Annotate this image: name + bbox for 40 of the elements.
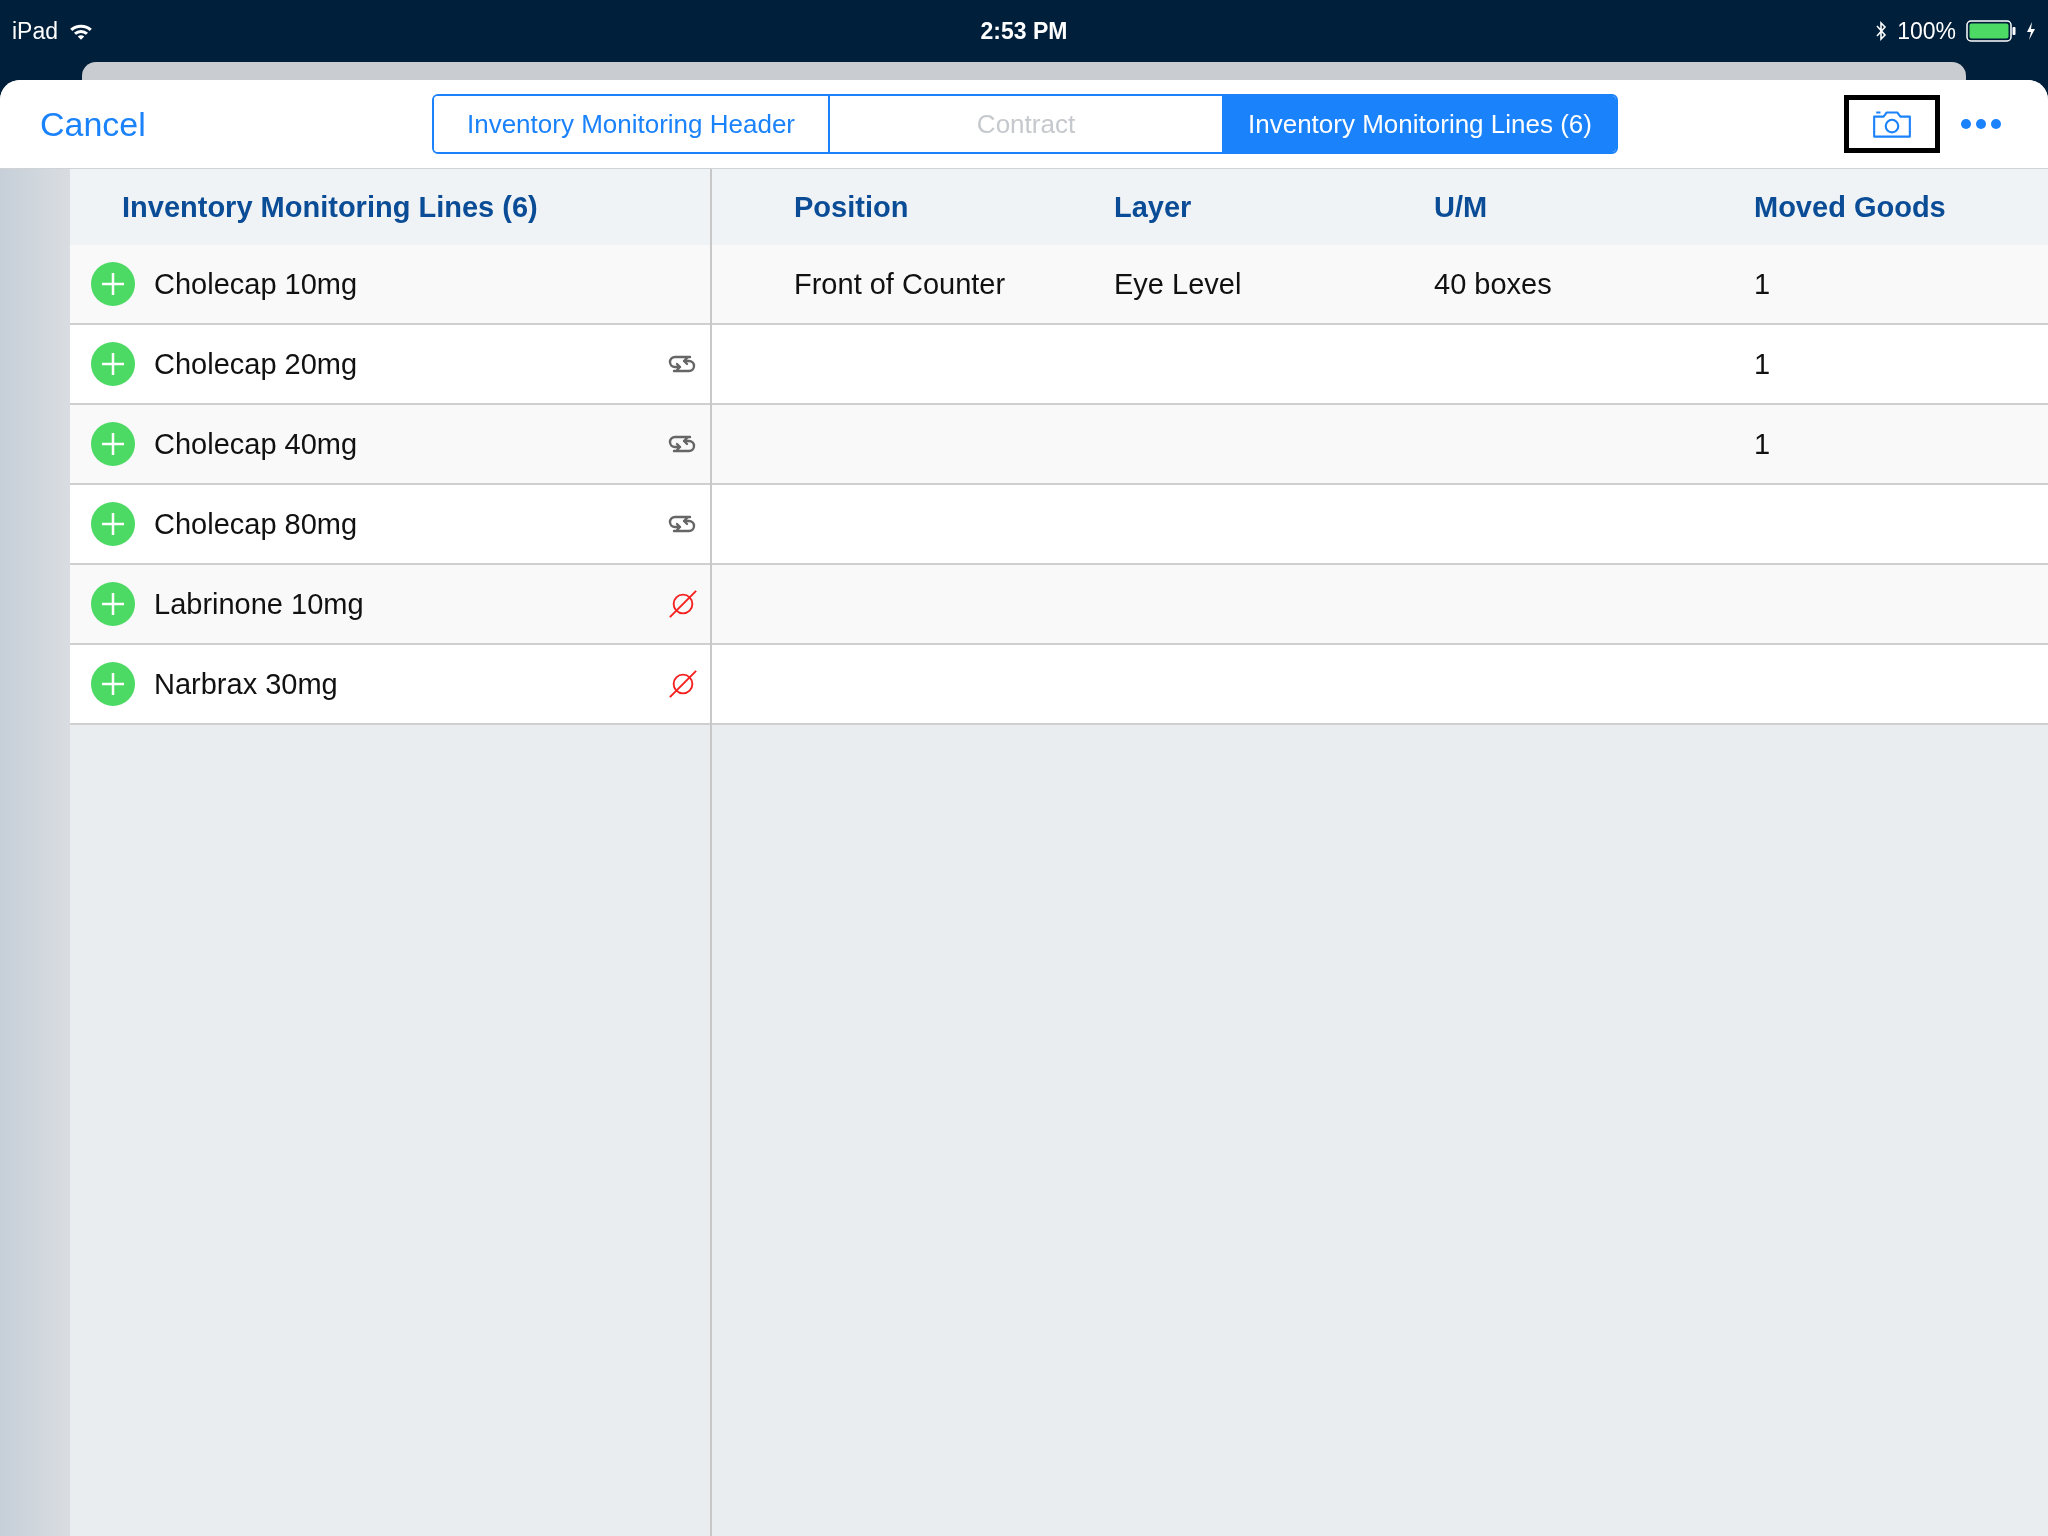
table-cell: Eye Level	[1114, 267, 1242, 300]
list-item[interactable]: Cholecap 80mg	[70, 485, 710, 565]
add-icon[interactable]	[90, 341, 136, 387]
table-cell: 1	[1754, 267, 1771, 300]
column-header: U/M	[1434, 190, 1489, 224]
tab[interactable]: Inventory Monitoring Lines (6)	[1222, 96, 1616, 152]
list-item[interactable]: Labrinone 10mg	[70, 565, 710, 645]
add-icon[interactable]	[90, 421, 136, 467]
table-cell: 40 boxes	[1434, 267, 1552, 300]
list-item[interactable]: Narbrax 30mg	[70, 645, 710, 725]
table-cell: 1	[1754, 427, 1771, 460]
table-cell: Front of Counter	[794, 267, 1006, 300]
add-icon[interactable]	[90, 261, 136, 307]
add-icon[interactable]	[90, 661, 136, 707]
column-header: Moved Goods	[1754, 190, 1947, 224]
item-name: Narbrax 30mg	[154, 667, 338, 701]
camera-icon	[1871, 108, 1913, 140]
device-name: iPad	[12, 17, 59, 45]
item-name: Cholecap 80mg	[154, 507, 358, 541]
table-cell: 1	[1754, 347, 1771, 380]
list-title: Inventory Monitoring Lines (6)	[122, 190, 538, 224]
clock-time: 2:53 PM	[980, 17, 1068, 45]
item-name: Labrinone 10mg	[154, 587, 364, 621]
more-icon[interactable]	[1960, 118, 2002, 130]
add-icon[interactable]	[90, 581, 136, 627]
list-item[interactable]: Cholecap 20mg	[70, 325, 710, 405]
battery-percent: 100%	[1897, 17, 1956, 45]
item-name: Cholecap 40mg	[154, 427, 358, 461]
battery-icon	[1966, 20, 2016, 42]
camera-button[interactable]	[1844, 95, 1940, 153]
list-item[interactable]: Cholecap 40mg	[70, 405, 710, 485]
bluetooth-icon	[1875, 21, 1888, 41]
list-item[interactable]: Cholecap 10mg	[70, 245, 710, 325]
column-header: Position	[794, 190, 910, 224]
column-header: Layer	[1114, 190, 1193, 224]
item-name: Cholecap 10mg	[154, 267, 358, 301]
item-name: Cholecap 20mg	[154, 347, 358, 381]
add-icon[interactable]	[90, 501, 136, 547]
cancel-button[interactable]: Cancel	[40, 104, 146, 144]
charging-icon	[2026, 21, 2036, 41]
